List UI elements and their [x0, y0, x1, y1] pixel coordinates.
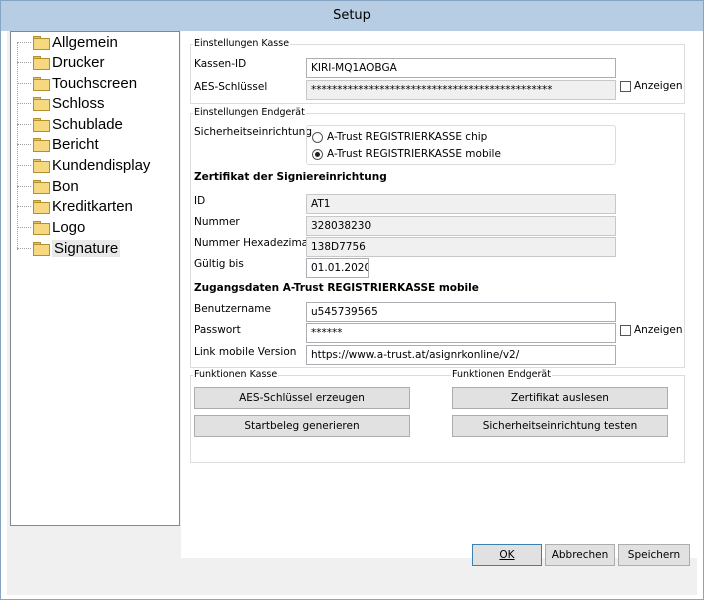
tree-item-kundendisplay[interactable]: Kundendisplay: [17, 155, 150, 175]
passwort-label: Passwort: [194, 324, 241, 336]
folder-icon: [33, 56, 50, 70]
aes-key-label: AES-Schlüssel: [194, 81, 268, 93]
tree-item-label: Allgemein: [52, 33, 118, 51]
checkbox-box[interactable]: [620, 80, 631, 92]
radio-button[interactable]: [312, 131, 323, 143]
aes-key-field[interactable]: ****************************************…: [306, 80, 616, 100]
sicherheitseinrichtung-label: Sicherheitseinrichtung: [194, 126, 313, 138]
client-area: Allgemein Drucker Touchscreen Schloss Sc…: [7, 31, 697, 595]
passwort-field[interactable]: ******: [306, 323, 616, 343]
kassen-id-field[interactable]: KIRI-MQ1AOBGA: [306, 58, 616, 78]
group-kasse-label: Einstellungen Kasse: [193, 38, 291, 49]
folder-icon: [33, 118, 50, 132]
ok-label: OK: [499, 549, 515, 561]
nummer-field[interactable]: 328038230: [306, 216, 616, 236]
signature-settings-panel: Einstellungen Kasse Kassen-ID KIRI-MQ1AO…: [181, 31, 697, 558]
kassen-id-label: Kassen-ID: [194, 58, 247, 70]
tree-item-touchscreen[interactable]: Touchscreen: [17, 73, 137, 93]
setup-window: Setup Allgemein Drucker Touchscreen Schl…: [0, 0, 704, 600]
tree-item-label: Bon: [52, 177, 79, 195]
funktionen-kasse-label: Funktionen Kasse: [193, 369, 279, 380]
folder-icon: [33, 36, 50, 50]
zertifikat-heading: Zertifikat der Signiereinrichtung: [194, 171, 387, 183]
tree-item-label: Logo: [52, 218, 86, 236]
id-field[interactable]: AT1: [306, 194, 616, 214]
cancel-label: Abbrechen: [551, 549, 609, 561]
radio-button[interactable]: [312, 148, 323, 160]
folder-icon: [33, 221, 50, 235]
read-certificate-button[interactable]: Zertifikat auslesen: [452, 387, 668, 409]
folder-icon: [33, 242, 50, 256]
group-endgeraet-label: Einstellungen Endgerät: [193, 107, 306, 118]
cancel-button[interactable]: Abbrechen: [545, 544, 615, 566]
checkbox-label: Anzeigen: [634, 80, 683, 92]
link-mobile-field[interactable]: https://www.a-trust.at/asignrkonline/v2/: [306, 345, 616, 365]
save-label: Speichern: [627, 549, 681, 561]
test-security-device-button[interactable]: Sicherheitseinrichtung testen: [452, 415, 668, 437]
startbeleg-button[interactable]: Startbeleg generieren: [194, 415, 410, 437]
aes-key-generate-button[interactable]: AES-Schlüssel erzeugen: [194, 387, 410, 409]
benutzername-field[interactable]: u545739565: [306, 302, 616, 322]
nummer-hex-label: Nummer Hexadezimal: [194, 237, 312, 249]
benutzername-label: Benutzername: [194, 303, 271, 315]
tree-item-schloss[interactable]: Schloss: [17, 93, 105, 113]
radio-mobile[interactable]: A-Trust REGISTRIERKASSE mobile: [312, 148, 501, 160]
folder-icon: [33, 97, 50, 111]
passwort-anzeigen-checkbox[interactable]: Anzeigen: [620, 324, 683, 336]
tree-item-signature[interactable]: Signature: [17, 238, 121, 258]
tree-item-schublade[interactable]: Schublade: [17, 114, 123, 134]
nummer-hex-field[interactable]: 138D7756: [306, 237, 616, 257]
tree-item-kreditkarten[interactable]: Kreditkarten: [17, 196, 133, 216]
tree-item-logo[interactable]: Logo: [17, 217, 85, 237]
id-label: ID: [194, 195, 206, 207]
radio-label: A-Trust REGISTRIERKASSE mobile: [327, 148, 501, 160]
tree-item-label: Touchscreen: [52, 74, 138, 92]
nummer-label: Nummer: [194, 216, 240, 228]
window-title: Setup: [1, 1, 703, 31]
gueltig-bis-label: Gültig bis: [194, 258, 244, 270]
zugang-heading: Zugangsdaten A-Trust REGISTRIERKASSE mob…: [194, 282, 479, 294]
tree-item-bon[interactable]: Bon: [17, 176, 79, 196]
radio-label: A-Trust REGISTRIERKASSE chip: [327, 131, 488, 143]
folder-icon: [33, 159, 50, 173]
tree-item-label: Bericht: [52, 135, 99, 153]
radio-chip[interactable]: A-Trust REGISTRIERKASSE chip: [312, 131, 487, 143]
tree-item-bericht[interactable]: Bericht: [17, 134, 99, 154]
checkbox-box[interactable]: [620, 324, 631, 336]
link-mobile-label: Link mobile Version: [194, 346, 297, 358]
checkbox-label: Anzeigen: [634, 324, 683, 336]
funktionen-endgeraet-label: Funktionen Endgerät: [451, 369, 552, 380]
folder-icon: [33, 138, 50, 152]
tree-item-label: Kundendisplay: [52, 156, 151, 174]
tree-item-label: Schublade: [52, 115, 123, 133]
tree-item-label: Signature: [52, 239, 121, 257]
tree-item-allgemein[interactable]: Allgemein: [17, 32, 118, 52]
folder-icon: [33, 200, 50, 214]
save-button[interactable]: Speichern: [618, 544, 690, 566]
tree-item-label: Drucker: [52, 53, 105, 71]
tree-item-label: Schloss: [52, 94, 105, 112]
aes-anzeigen-checkbox[interactable]: Anzeigen: [620, 80, 683, 92]
folder-icon: [33, 77, 50, 91]
settings-tree[interactable]: Allgemein Drucker Touchscreen Schloss Sc…: [10, 31, 180, 526]
tree-item-label: Kreditkarten: [52, 197, 133, 215]
gueltig-bis-field[interactable]: 01.01.2020: [306, 258, 369, 278]
ok-button[interactable]: OK: [472, 544, 542, 566]
tree-item-drucker[interactable]: Drucker: [17, 52, 105, 72]
folder-icon: [33, 180, 50, 194]
